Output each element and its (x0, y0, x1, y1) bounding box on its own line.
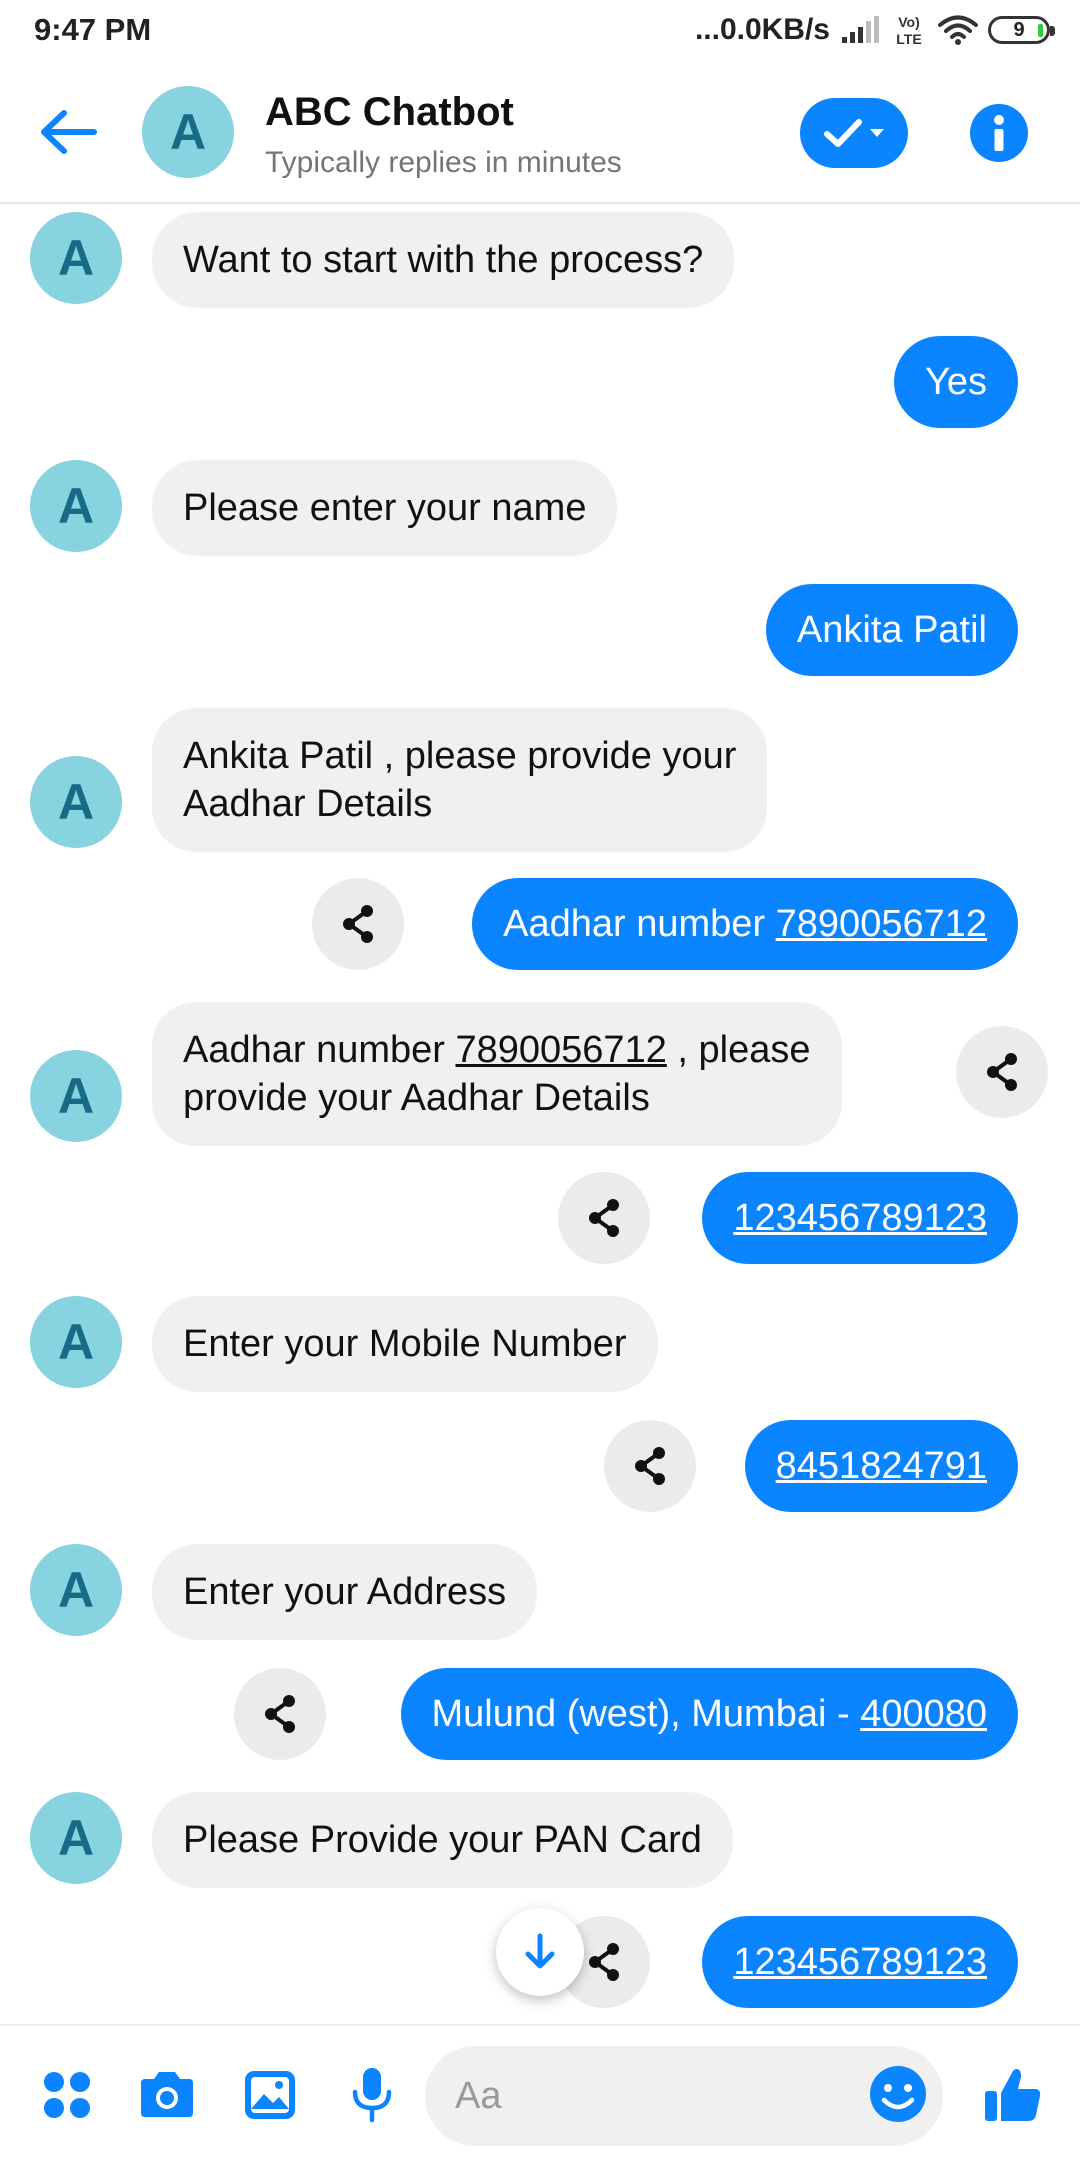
share-button[interactable] (604, 1420, 696, 1512)
status-dropdown-button[interactable] (800, 98, 908, 168)
battery-level: 9 (1013, 18, 1025, 41)
status-indicators: ...0.0KB/s Vo) LTE 9 (694, 10, 1055, 50)
camera-button[interactable] (132, 2060, 202, 2130)
checkmark-icon (824, 119, 862, 147)
chat-title[interactable]: ABC Chatbot (265, 90, 514, 135)
gallery-icon (245, 2071, 295, 2119)
user-message[interactable]: Aadhar number 7890056712 (472, 878, 1018, 970)
phone-link[interactable]: 8451824791 (776, 1445, 987, 1487)
share-icon (589, 1943, 619, 1981)
message-line: provide your Aadhar Details (183, 1077, 650, 1119)
like-button[interactable] (978, 2060, 1048, 2130)
info-icon (994, 115, 1004, 151)
bot-message[interactable]: Please enter your name (152, 460, 618, 556)
bot-avatar[interactable]: A (30, 460, 122, 552)
message-line: Aadhar Details (183, 783, 433, 825)
camera-icon (141, 2072, 193, 2117)
share-icon (343, 905, 373, 943)
bot-avatar[interactable]: A (30, 212, 122, 304)
share-button[interactable] (558, 1172, 650, 1264)
back-arrow-icon (41, 110, 97, 154)
status-time: 9:47 PM (34, 12, 152, 47)
phone-link[interactable]: 123456789123 (733, 1197, 987, 1239)
bot-avatar[interactable]: A (30, 1296, 122, 1388)
status-bar: 9:47 PM ...0.0KB/s Vo) LTE 9 (0, 0, 1080, 62)
apps-icon (44, 2072, 90, 2118)
message-composer (0, 2024, 1080, 2160)
message-list[interactable]: A Want to start with the process? Yes A … (0, 204, 1080, 2024)
share-button[interactable] (956, 1026, 1048, 1118)
user-message[interactable]: Mulund (west), Mumbai - 400080 (400, 1668, 1018, 1760)
gallery-button[interactable] (235, 2060, 305, 2130)
emoji-icon (870, 2066, 926, 2122)
scroll-to-bottom-button[interactable] (496, 1908, 584, 1996)
bot-avatar[interactable]: A (30, 1792, 122, 1884)
emoji-button[interactable] (866, 2062, 930, 2126)
chatbot-avatar[interactable]: A (142, 86, 234, 178)
network-speed: ...0.0KB/s (694, 13, 830, 46)
volte-icon: Vo) LTE (896, 14, 921, 47)
info-button[interactable] (970, 104, 1028, 162)
battery-icon: 9 (988, 16, 1055, 44)
thumbs-up-icon (985, 2069, 1041, 2121)
bot-message[interactable]: Enter your Mobile Number (152, 1296, 658, 1392)
svg-text:LTE: LTE (896, 31, 921, 47)
bot-message[interactable]: Want to start with the process? (152, 212, 735, 308)
arrow-down-icon (525, 1933, 555, 1969)
back-button[interactable] (36, 100, 100, 164)
bot-message[interactable]: Ankita Patil , please provide your Aadha… (152, 708, 768, 852)
phone-link[interactable]: 123456789123 (733, 1941, 987, 1983)
user-message[interactable]: Yes (894, 336, 1018, 428)
pincode-link[interactable]: 400080 (860, 1693, 987, 1735)
svg-text:Vo): Vo) (898, 14, 920, 30)
user-message[interactable]: 123456789123 (702, 1916, 1018, 2008)
bot-message[interactable]: Please Provide your PAN Card (152, 1792, 733, 1888)
share-button[interactable] (312, 878, 404, 970)
user-message[interactable]: 123456789123 (702, 1172, 1018, 1264)
apps-button[interactable] (32, 2060, 102, 2130)
user-message[interactable]: 8451824791 (744, 1420, 1018, 1512)
bot-avatar[interactable]: A (30, 1544, 122, 1636)
user-message[interactable]: Ankita Patil (765, 584, 1018, 676)
chat-subtitle: Typically replies in minutes (265, 146, 622, 179)
caret-down-icon (870, 129, 884, 137)
bot-avatar[interactable]: A (30, 1050, 122, 1142)
share-icon (265, 1695, 295, 1733)
share-icon (987, 1053, 1017, 1091)
message-line: Aadhar number 7890056712 , please (183, 1029, 811, 1071)
microphone-icon (352, 2068, 392, 2123)
message-line: Ankita Patil , please provide your (183, 735, 737, 777)
wifi-icon (938, 15, 978, 45)
share-button[interactable] (234, 1668, 326, 1760)
bot-message[interactable]: Aadhar number 7890056712 , please provid… (152, 1002, 842, 1146)
chat-header: A ABC Chatbot Typically replies in minut… (0, 62, 1080, 204)
phone-link[interactable]: 7890056712 (776, 903, 987, 945)
phone-link[interactable]: 7890056712 (456, 1029, 667, 1071)
microphone-button[interactable] (337, 2060, 407, 2130)
signal-icon (842, 16, 879, 43)
share-icon (635, 1447, 665, 1485)
bot-avatar[interactable]: A (30, 756, 122, 848)
bot-message[interactable]: Enter your Address (152, 1544, 538, 1640)
share-icon (589, 1199, 619, 1237)
